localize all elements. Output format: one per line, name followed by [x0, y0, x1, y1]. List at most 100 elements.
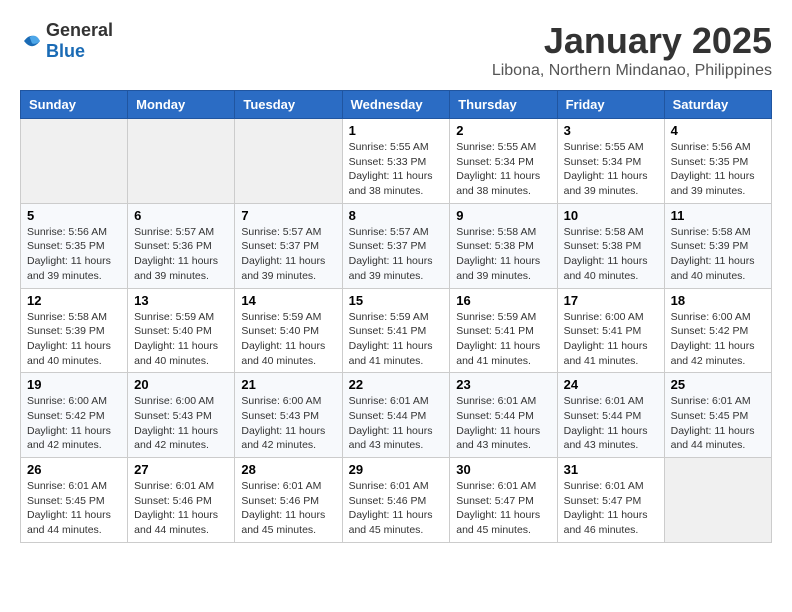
calendar-cell: 24Sunrise: 6:01 AMSunset: 5:44 PMDayligh… — [557, 373, 664, 458]
weekday-header: Monday — [128, 91, 235, 119]
calendar-cell: 5 Sunrise: 5:56 AMSunset: 5:35 PMDaylight… — [21, 203, 128, 288]
day-number: 19 — [27, 377, 121, 392]
calendar-cell — [21, 119, 128, 204]
calendar-cell: 25Sunrise: 6:01 AMSunset: 5:45 PMDayligh… — [664, 373, 771, 458]
calendar-cell — [664, 458, 771, 543]
calendar-cell: 31 Sunrise: 6:01 AMSunset: 5:47 PMDayligh… — [557, 458, 664, 543]
calendar-cell — [235, 119, 342, 204]
weekday-header: Sunday — [21, 91, 128, 119]
calendar-cell: 11 Sunrise: 5:58 AMSunset: 5:39 PMDayligh… — [664, 203, 771, 288]
day-info: Sunrise: 6:00 AMSunset: 5:41 PMDaylight:… — [564, 310, 658, 369]
calendar-week-row: 5 Sunrise: 5:56 AMSunset: 5:35 PMDaylight… — [21, 203, 772, 288]
day-number: 9 — [456, 208, 550, 223]
day-info: Sunrise: 6:01 AMSunset: 5:44 PMDaylight:… — [349, 394, 444, 453]
day-info: Sunrise: 5:56 AMSunset: 5:35 PMDaylight:… — [671, 140, 765, 199]
calendar-cell: 3 Sunrise: 5:55 AMSunset: 5:34 PMDaylight… — [557, 119, 664, 204]
calendar-cell: 26Sunrise: 6:01 AMSunset: 5:45 PMDayligh… — [21, 458, 128, 543]
day-info: Sunrise: 6:01 AMSunset: 5:46 PMDaylight:… — [241, 479, 335, 538]
day-info: Sunrise: 6:01 AMSunset: 5:46 PMDaylight:… — [134, 479, 228, 538]
day-number: 31 — [564, 462, 658, 477]
calendar-cell: 17 Sunrise: 6:00 AMSunset: 5:41 PMDayligh… — [557, 288, 664, 373]
day-info: Sunrise: 6:01 AMSunset: 5:44 PMDaylight:… — [456, 394, 550, 453]
day-number: 27 — [134, 462, 228, 477]
day-number: 15 — [349, 293, 444, 308]
calendar-cell: 29 Sunrise: 6:01 AMSunset: 5:46 PMDayligh… — [342, 458, 450, 543]
calendar-cell: 13 Sunrise: 5:59 AMSunset: 5:40 PMDayligh… — [128, 288, 235, 373]
day-number: 23 — [456, 377, 550, 392]
day-number: 10 — [564, 208, 658, 223]
day-info: Sunrise: 6:01 AMSunset: 5:46 PMDaylight:… — [349, 479, 444, 538]
calendar-cell: 19 Sunrise: 6:00 AMSunset: 5:42 PMDayligh… — [21, 373, 128, 458]
day-number: 24 — [564, 377, 658, 392]
calendar-cell: 1Sunrise: 5:55 AMSunset: 5:33 PMDaylight… — [342, 119, 450, 204]
day-number: 16 — [456, 293, 550, 308]
calendar-week-row: 19 Sunrise: 6:00 AMSunset: 5:42 PMDayligh… — [21, 373, 772, 458]
day-number: 8 — [349, 208, 444, 223]
weekday-header: Wednesday — [342, 91, 450, 119]
calendar-week-row: 1Sunrise: 5:55 AMSunset: 5:33 PMDaylight… — [21, 119, 772, 204]
calendar-cell: 28 Sunrise: 6:01 AMSunset: 5:46 PMDayligh… — [235, 458, 342, 543]
day-number: 1 — [349, 123, 444, 138]
weekday-header: Tuesday — [235, 91, 342, 119]
calendar-cell: 10 Sunrise: 5:58 AMSunset: 5:38 PMDayligh… — [557, 203, 664, 288]
title-area: January 2025 Libona, Northern Mindanao, … — [492, 20, 772, 80]
day-number: 12 — [27, 293, 121, 308]
day-info: Sunrise: 5:57 AMSunset: 5:37 PMDaylight:… — [241, 225, 335, 284]
day-info: Sunrise: 5:58 AMSunset: 5:38 PMDaylight:… — [456, 225, 550, 284]
calendar-cell: 6 Sunrise: 5:57 AMSunset: 5:36 PMDaylight… — [128, 203, 235, 288]
day-info: Sunrise: 6:00 AMSunset: 5:42 PMDaylight:… — [27, 394, 121, 453]
day-number: 22 — [349, 377, 444, 392]
calendar-cell: 18 Sunrise: 6:00 AMSunset: 5:42 PMDayligh… — [664, 288, 771, 373]
day-info: Sunrise: 5:58 AMSunset: 5:39 PMDaylight:… — [671, 225, 765, 284]
day-number: 5 — [27, 208, 121, 223]
day-number: 7 — [241, 208, 335, 223]
calendar-cell: 27 Sunrise: 6:01 AMSunset: 5:46 PMDayligh… — [128, 458, 235, 543]
calendar-table: SundayMondayTuesdayWednesdayThursdayFrid… — [20, 90, 772, 543]
calendar-cell: 22 Sunrise: 6:01 AMSunset: 5:44 PMDayligh… — [342, 373, 450, 458]
day-info: Sunrise: 6:00 AMSunset: 5:43 PMDaylight:… — [134, 394, 228, 453]
day-number: 13 — [134, 293, 228, 308]
day-info: Sunrise: 6:01 AMSunset: 5:47 PMDaylight:… — [564, 479, 658, 538]
day-number: 25 — [671, 377, 765, 392]
day-number: 4 — [671, 123, 765, 138]
calendar-cell: 12 Sunrise: 5:58 AMSunset: 5:39 PMDayligh… — [21, 288, 128, 373]
weekday-header: Friday — [557, 91, 664, 119]
day-info: Sunrise: 5:56 AMSunset: 5:35 PMDaylight:… — [27, 225, 121, 284]
day-number: 30 — [456, 462, 550, 477]
month-title: January 2025 — [492, 20, 772, 62]
calendar-cell: 15 Sunrise: 5:59 AMSunset: 5:41 PMDayligh… — [342, 288, 450, 373]
calendar-cell: 16 Sunrise: 5:59 AMSunset: 5:41 PMDayligh… — [450, 288, 557, 373]
day-number: 3 — [564, 123, 658, 138]
logo-icon — [20, 29, 44, 53]
logo-general: General — [46, 20, 113, 40]
calendar-cell: 21Sunrise: 6:00 AMSunset: 5:43 PMDayligh… — [235, 373, 342, 458]
day-info: Sunrise: 6:00 AMSunset: 5:43 PMDaylight:… — [241, 394, 335, 453]
day-number: 17 — [564, 293, 658, 308]
day-number: 18 — [671, 293, 765, 308]
day-number: 11 — [671, 208, 765, 223]
calendar-cell: 8 Sunrise: 5:57 AMSunset: 5:37 PMDaylight… — [342, 203, 450, 288]
day-info: Sunrise: 5:58 AMSunset: 5:38 PMDaylight:… — [564, 225, 658, 284]
day-info: Sunrise: 6:01 AMSunset: 5:45 PMDaylight:… — [27, 479, 121, 538]
day-info: Sunrise: 6:00 AMSunset: 5:42 PMDaylight:… — [671, 310, 765, 369]
day-info: Sunrise: 5:59 AMSunset: 5:40 PMDaylight:… — [134, 310, 228, 369]
weekday-header: Thursday — [450, 91, 557, 119]
day-info: Sunrise: 5:57 AMSunset: 5:37 PMDaylight:… — [349, 225, 444, 284]
day-info: Sunrise: 5:57 AMSunset: 5:36 PMDaylight:… — [134, 225, 228, 284]
day-info: Sunrise: 5:59 AMSunset: 5:40 PMDaylight:… — [241, 310, 335, 369]
day-info: Sunrise: 5:58 AMSunset: 5:39 PMDaylight:… — [27, 310, 121, 369]
page-header: General Blue January 2025 Libona, Northe… — [20, 20, 772, 80]
calendar-cell: 14Sunrise: 5:59 AMSunset: 5:40 PMDayligh… — [235, 288, 342, 373]
day-number: 29 — [349, 462, 444, 477]
day-number: 28 — [241, 462, 335, 477]
day-info: Sunrise: 6:01 AMSunset: 5:47 PMDaylight:… — [456, 479, 550, 538]
day-info: Sunrise: 5:59 AMSunset: 5:41 PMDaylight:… — [456, 310, 550, 369]
day-info: Sunrise: 5:59 AMSunset: 5:41 PMDaylight:… — [349, 310, 444, 369]
calendar-cell: 7 Sunrise: 5:57 AMSunset: 5:37 PMDaylight… — [235, 203, 342, 288]
calendar-cell — [128, 119, 235, 204]
calendar-cell: 2Sunrise: 5:55 AMSunset: 5:34 PMDaylight… — [450, 119, 557, 204]
day-number: 6 — [134, 208, 228, 223]
day-number: 2 — [456, 123, 550, 138]
calendar-week-row: 26Sunrise: 6:01 AMSunset: 5:45 PMDayligh… — [21, 458, 772, 543]
day-info: Sunrise: 5:55 AMSunset: 5:34 PMDaylight:… — [564, 140, 658, 199]
